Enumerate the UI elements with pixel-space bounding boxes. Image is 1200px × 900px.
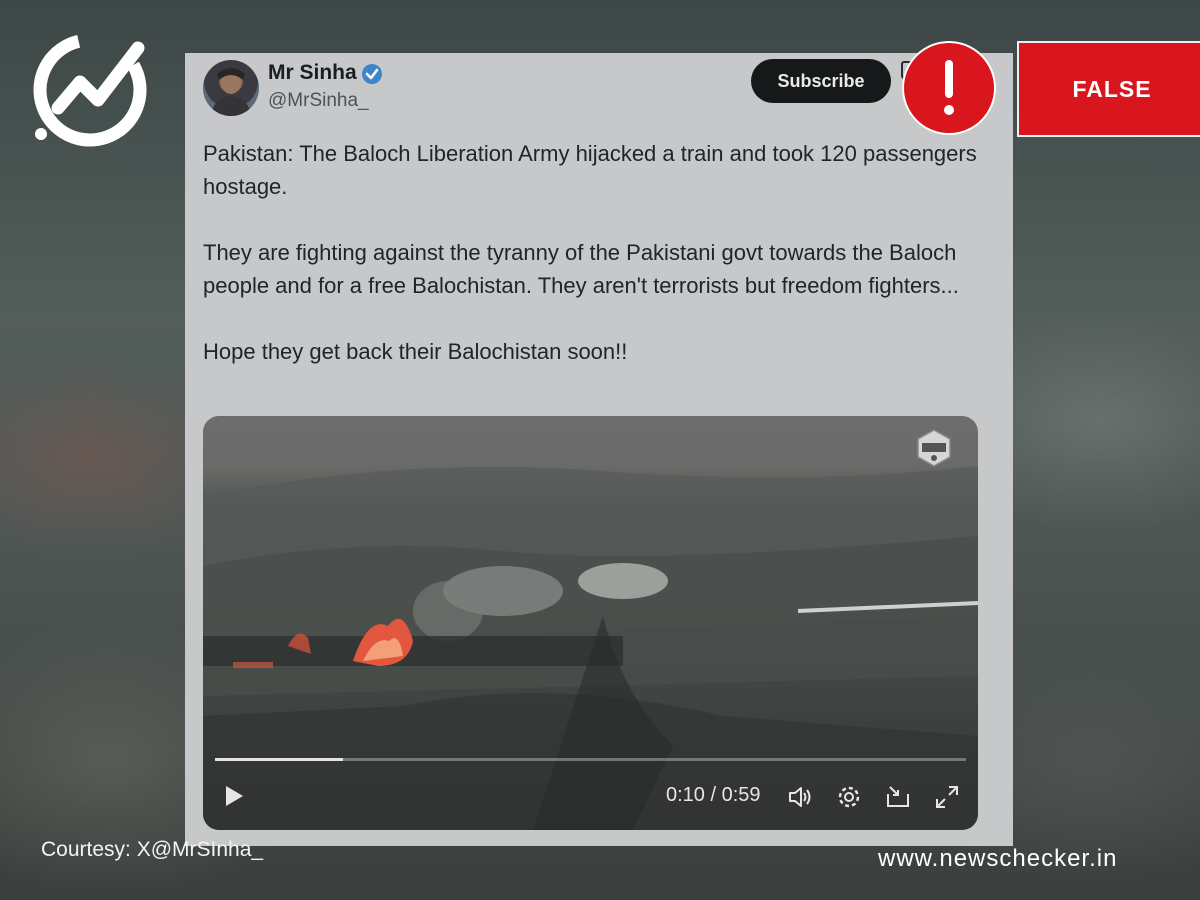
courtesy-credit: Courtesy: X@MrSInha_ [41,838,264,861]
website-url: www.newschecker.in [878,845,1118,872]
tweet-card: Mr Sinha @MrSinha_ Subscribe Pakistan: T… [185,53,1013,846]
time-display: 0:10 / 0:59 [666,784,761,806]
fullscreen-icon[interactable] [934,784,960,810]
pip-icon[interactable] [885,784,911,810]
exclamation-icon [944,60,954,115]
settings-icon[interactable] [836,784,862,810]
volume-icon[interactable] [787,784,813,810]
author-name[interactable]: Mr Sinha [268,61,357,85]
tweet-paragraph: They are fighting against the tyranny of… [203,240,959,298]
progress-fill [215,758,343,761]
subscribe-button[interactable]: Subscribe [751,59,891,103]
progress-bar[interactable] [215,758,966,761]
play-icon[interactable] [223,784,245,808]
tweet-text: Pakistan: The Baloch Liberation Army hij… [203,137,983,401]
video-controls: 0:10 / 0:59 [203,750,978,830]
tweet-paragraph: Hope they get back their Balochistan soo… [203,339,628,364]
bla-watermark-icon [917,429,951,467]
video-player[interactable]: 0:10 / 0:59 [203,416,978,830]
newschecker-logo-icon [33,33,147,147]
author-handle[interactable]: @MrSinha_ [268,90,369,112]
verdict-badge: FALSE [1017,41,1200,137]
avatar[interactable] [203,60,259,116]
alert-icon [902,41,996,135]
tweet-paragraph: Pakistan: The Baloch Liberation Army hij… [203,141,977,199]
verified-badge-icon [362,64,382,84]
